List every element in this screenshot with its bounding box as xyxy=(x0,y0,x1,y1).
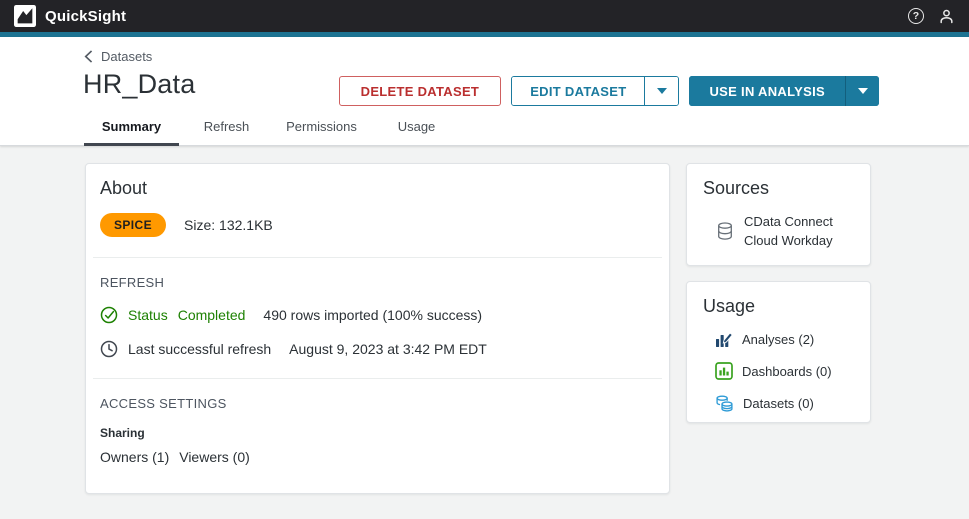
edit-dataset-button[interactable]: EDIT DATASET xyxy=(512,77,644,105)
tab-summary[interactable]: Summary xyxy=(84,111,179,146)
access-settings-heading: ACCESS SETTINGS xyxy=(100,396,655,411)
quicksight-logo[interactable]: QuickSight xyxy=(14,5,126,27)
sharing-label: Sharing xyxy=(100,426,655,440)
delete-dataset-button[interactable]: DELETE DATASET xyxy=(339,76,502,106)
chevron-down-icon xyxy=(858,88,868,94)
tab-usage[interactable]: Usage xyxy=(369,111,464,146)
about-heading: About xyxy=(100,178,655,199)
last-refresh-value: August 9, 2023 at 3:42 PM EDT xyxy=(289,341,487,357)
usage-item-datasets[interactable]: Datasets (0) xyxy=(715,393,854,413)
datasets-icon xyxy=(715,394,734,413)
database-icon xyxy=(715,221,735,242)
use-in-analysis-dropdown-button[interactable] xyxy=(845,76,879,106)
usage-heading: Usage xyxy=(703,296,854,317)
breadcrumb[interactable]: Datasets xyxy=(84,49,152,64)
page-title: HR_Data xyxy=(83,69,195,100)
sharing-counts: Owners (1) Viewers (0) xyxy=(100,449,655,465)
quicksight-logo-icon xyxy=(14,5,36,27)
dataset-tabs: Summary Refresh Permissions Usage xyxy=(84,111,464,146)
chevron-down-icon xyxy=(657,88,667,94)
spice-badge: SPICE xyxy=(100,213,166,237)
edit-dataset-dropdown-button[interactable] xyxy=(644,77,678,105)
use-in-analysis-button[interactable]: USE IN ANALYSIS xyxy=(689,76,845,106)
status-success-icon xyxy=(100,306,118,324)
sources-card: Sources CData Connect Cloud Workday xyxy=(686,163,871,266)
app-name: QuickSight xyxy=(45,8,126,25)
viewers-count: Viewers (0) xyxy=(179,449,250,465)
usage-label: Analyses (2) xyxy=(742,332,814,347)
owners-count: Owners (1) xyxy=(100,449,169,465)
status-value: Completed xyxy=(178,307,246,323)
tab-refresh[interactable]: Refresh xyxy=(179,111,274,146)
page-header: Datasets HR_Data DELETE DATASET EDIT DAT… xyxy=(0,37,969,146)
use-in-analysis-split-button: USE IN ANALYSIS xyxy=(689,76,879,106)
status-label: Status xyxy=(128,307,168,323)
divider xyxy=(93,378,662,379)
usage-item-analyses[interactable]: Analyses (2) xyxy=(715,329,854,349)
help-icon[interactable]: ? xyxy=(908,8,924,24)
usage-label: Dashboards (0) xyxy=(742,364,832,379)
tab-permissions[interactable]: Permissions xyxy=(274,111,369,146)
analyses-icon xyxy=(715,330,733,348)
last-refresh-label: Last successful refresh xyxy=(128,341,271,357)
refresh-status-row: Status Completed 490 rows imported (100%… xyxy=(100,306,655,324)
source-name: CData Connect Cloud Workday xyxy=(744,213,854,251)
last-refresh-row: Last successful refresh August 9, 2023 a… xyxy=(100,340,655,358)
refresh-section-heading: REFRESH xyxy=(100,275,655,290)
spice-row: SPICE Size: 132.1KB xyxy=(100,213,655,237)
clock-icon xyxy=(100,340,118,358)
user-icon[interactable] xyxy=(938,8,955,25)
chevron-left-icon xyxy=(84,50,93,63)
usage-item-dashboards[interactable]: Dashboards (0) xyxy=(715,361,854,381)
topbar-actions: ? xyxy=(908,8,955,25)
breadcrumb-label: Datasets xyxy=(101,49,152,64)
divider xyxy=(93,257,662,258)
status-detail: 490 rows imported (100% success) xyxy=(263,307,482,323)
dashboards-icon xyxy=(715,362,733,380)
usage-card: Usage Analyses (2) Dashboards (0) xyxy=(686,281,871,423)
about-card: About SPICE Size: 132.1KB REFRESH Status… xyxy=(85,163,670,494)
topbar: QuickSight ? xyxy=(0,0,969,32)
action-buttons: DELETE DATASET EDIT DATASET USE IN ANALY… xyxy=(339,76,879,106)
source-item[interactable]: CData Connect Cloud Workday xyxy=(715,213,854,251)
sources-heading: Sources xyxy=(703,178,854,199)
dataset-size: Size: 132.1KB xyxy=(184,217,273,233)
edit-dataset-split-button: EDIT DATASET xyxy=(511,76,679,106)
usage-label: Datasets (0) xyxy=(743,396,814,411)
